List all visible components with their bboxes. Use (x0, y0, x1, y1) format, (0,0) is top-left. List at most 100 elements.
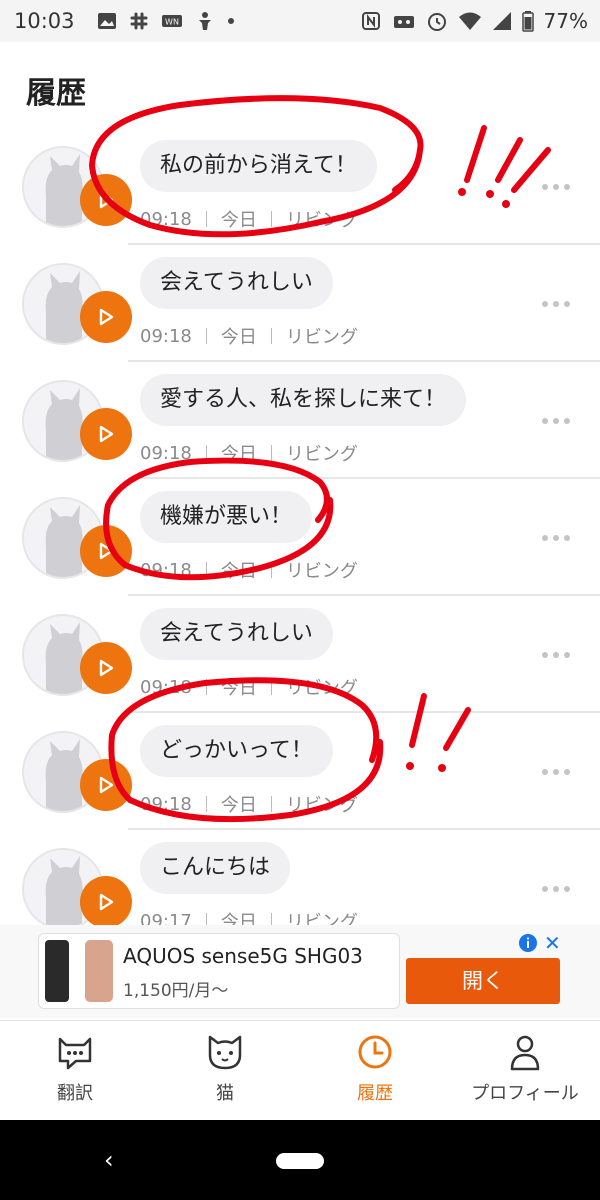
history-item[interactable]: 愛する人、私を探しに来て！ 09:18 今日 リビング (0, 362, 600, 479)
tab-label: 猫 (216, 1083, 234, 1104)
meta-divider (205, 211, 207, 227)
bottom-tab-bar: 翻訳 猫 履歴 プロフィール (0, 1020, 600, 1121)
message-bubble: こんにちは (140, 842, 291, 894)
more-options-button[interactable] (542, 184, 570, 190)
app-icon: WN (161, 15, 182, 27)
message-room: リビング (285, 678, 358, 699)
play-button[interactable] (80, 876, 132, 928)
history-list: 私の前から消えて！ 09:18 今日 リビング 会えてうれしい 09:18 今日… (0, 128, 600, 947)
ad-phone-image (45, 940, 69, 1002)
tab-profile[interactable]: プロフィール (460, 1021, 590, 1121)
meta-divider (270, 562, 272, 578)
wifi-icon (458, 12, 481, 30)
play-icon (99, 893, 114, 911)
status-bar: 10:03 WN 77% (0, 0, 600, 42)
tab-label: 翻訳 (57, 1083, 93, 1104)
history-item[interactable]: 会えてうれしい 09:18 今日 リビング (0, 245, 600, 362)
message-meta: 09:18 今日 リビング (140, 323, 358, 349)
ad-phone-back-image (85, 940, 113, 1002)
play-button[interactable] (80, 408, 132, 460)
ad-price: 1,150円/月〜 (123, 981, 229, 1001)
slack-icon (130, 12, 148, 30)
play-icon (99, 308, 114, 326)
tab-cat[interactable]: 猫 (175, 1021, 275, 1121)
figure-icon (198, 12, 211, 30)
more-options-button[interactable] (542, 535, 570, 541)
chat-cat-icon (58, 1037, 92, 1070)
message-room: リビング (285, 561, 358, 582)
ad-banner: AQUOS sense5G SHG03 1,150円/月〜 ✕ 開く (0, 925, 600, 1018)
more-options-button[interactable] (542, 301, 570, 307)
ad-card[interactable]: AQUOS sense5G SHG03 1,150円/月〜 (38, 933, 400, 1009)
meta-divider (205, 562, 207, 578)
clock-icon (358, 1035, 392, 1069)
message-bubble: 機嫌が悪い！ (140, 491, 313, 543)
meta-divider (205, 796, 207, 812)
history-item[interactable]: 機嫌が悪い！ 09:18 今日 リビング (0, 479, 600, 596)
robot-icon (393, 16, 414, 28)
meta-divider (205, 679, 207, 695)
ad-info-icon[interactable] (518, 933, 538, 953)
ad-close-icon[interactable]: ✕ (544, 931, 561, 955)
message-bubble: 会えてうれしい (140, 257, 333, 309)
system-nav-bar: ‹ (0, 1120, 600, 1200)
message-time: 09:18 (140, 442, 192, 464)
play-icon (99, 659, 114, 677)
more-options-button[interactable] (542, 418, 570, 424)
message-meta: 09:18 今日 リビング (140, 674, 358, 700)
meta-divider (270, 211, 272, 227)
more-options-button[interactable] (542, 886, 570, 892)
history-item[interactable]: 私の前から消えて！ 09:18 今日 リビング (0, 128, 600, 245)
play-button[interactable] (80, 759, 132, 811)
message-bubble: 会えてうれしい (140, 608, 333, 660)
page-title: 履歴 (26, 76, 86, 111)
tab-label: 履歴 (357, 1083, 393, 1104)
ad-title: AQUOS sense5G SHG03 (123, 944, 363, 968)
back-icon[interactable]: ‹ (104, 1146, 114, 1174)
play-button[interactable] (80, 174, 132, 226)
meta-divider (270, 679, 272, 695)
message-meta: 09:18 今日 リビング (140, 440, 358, 466)
message-bubble: 私の前から消えて！ (140, 140, 377, 192)
status-time: 10:03 (14, 9, 75, 33)
alarm-icon (427, 13, 446, 31)
message-time: 09:18 (140, 208, 192, 230)
more-options-button[interactable] (542, 652, 570, 658)
message-day: 今日 (220, 444, 257, 465)
image-icon (97, 13, 116, 29)
message-room: リビング (285, 210, 358, 231)
message-day: 今日 (220, 327, 257, 348)
message-day: 今日 (220, 678, 257, 699)
svg-text:WN: WN (165, 18, 179, 27)
message-time: 09:18 (140, 325, 192, 347)
battery-percentage: 77% (543, 9, 588, 33)
play-button[interactable] (80, 525, 132, 577)
play-icon (99, 191, 114, 209)
cat-face-icon (208, 1035, 242, 1070)
message-time: 09:18 (140, 676, 192, 698)
dot-icon (227, 18, 234, 24)
message-room: リビング (285, 795, 358, 816)
history-item[interactable]: どっかいって！ 09:18 今日 リビング (0, 713, 600, 830)
home-pill[interactable] (276, 1153, 324, 1169)
ad-open-button[interactable]: 開く (406, 958, 560, 1004)
message-meta: 09:18 今日 リビング (140, 791, 358, 817)
history-item[interactable]: 会えてうれしい 09:18 今日 リビング (0, 596, 600, 713)
play-button[interactable] (80, 642, 132, 694)
tab-label: プロフィール (471, 1083, 579, 1104)
play-icon (99, 776, 114, 794)
message-day: 今日 (220, 795, 257, 816)
meta-divider (205, 445, 207, 461)
message-room: リビング (285, 444, 358, 465)
tab-history[interactable]: 履歴 (325, 1021, 425, 1121)
play-icon (99, 425, 114, 443)
message-bubble: どっかいって！ (140, 725, 333, 777)
meta-divider (270, 796, 272, 812)
play-icon (99, 542, 114, 560)
message-day: 今日 (220, 210, 257, 231)
play-button[interactable] (80, 291, 132, 343)
meta-divider (270, 328, 272, 344)
tab-translate[interactable]: 翻訳 (25, 1021, 125, 1121)
more-options-button[interactable] (542, 769, 570, 775)
message-meta: 09:18 今日 リビング (140, 557, 358, 583)
